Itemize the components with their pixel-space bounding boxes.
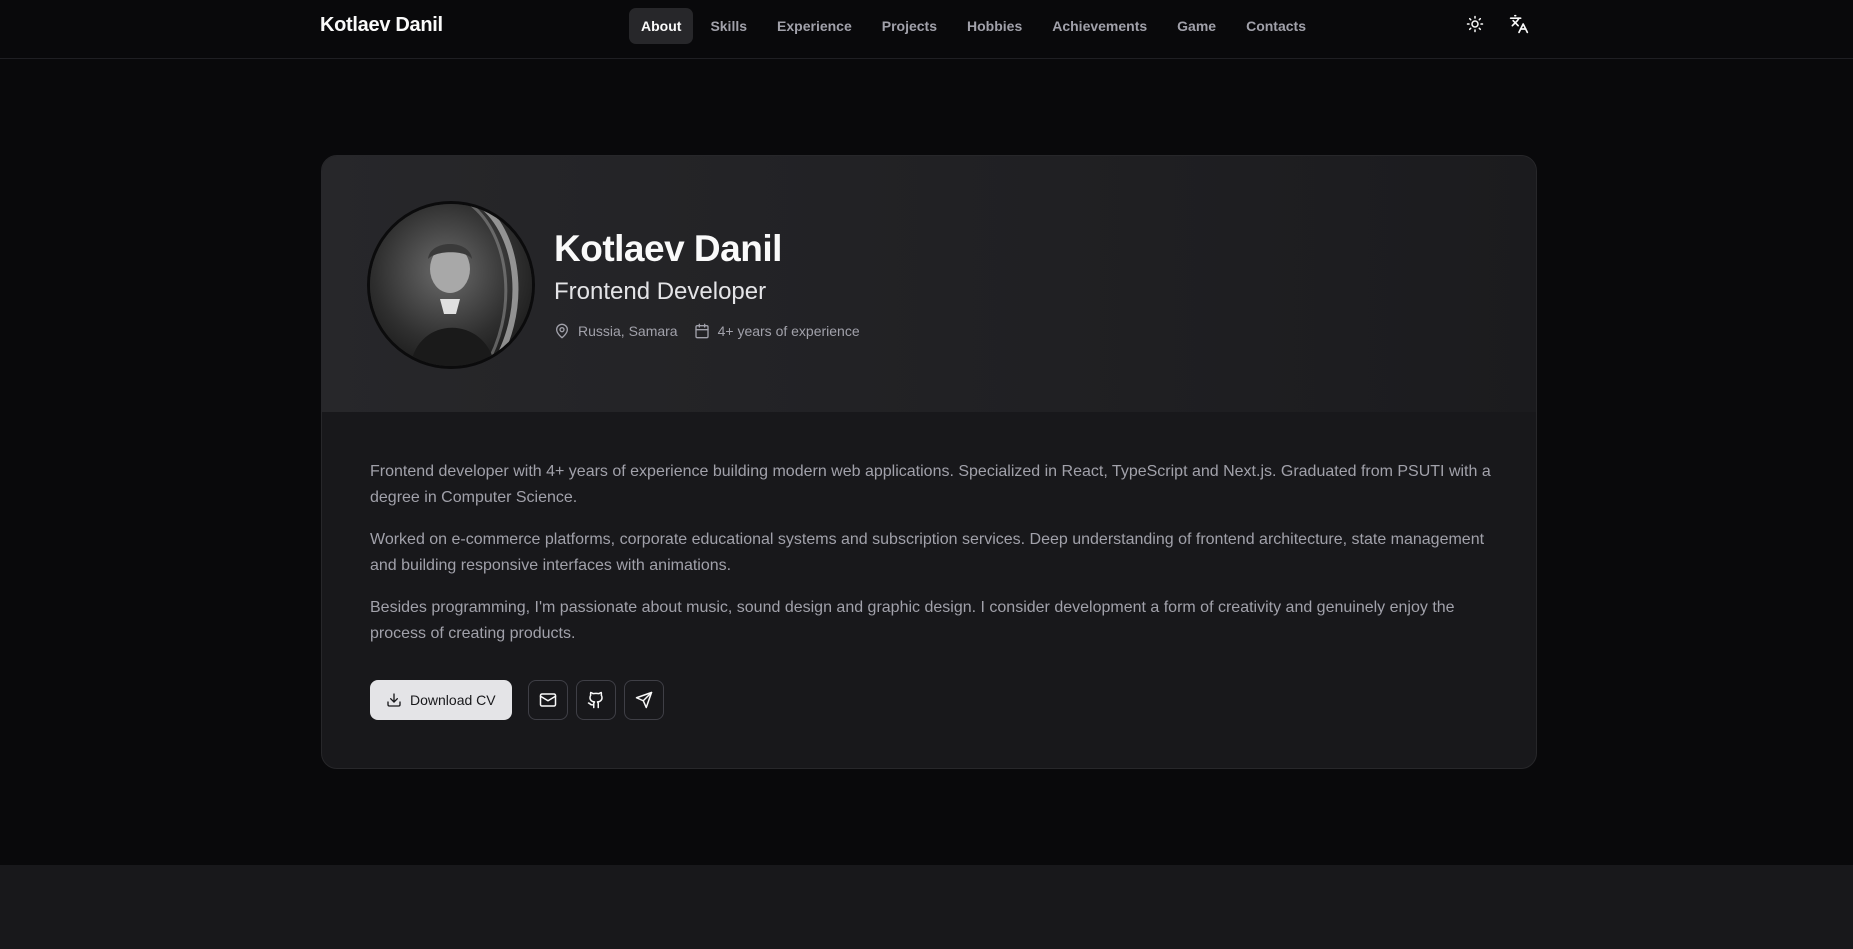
github-icon — [587, 691, 603, 709]
next-section — [0, 865, 1853, 949]
bio-paragraph: Frontend developer with 4+ years of expe… — [370, 463, 1491, 506]
theme-toggle-button[interactable] — [1463, 12, 1487, 36]
profile-name: Kotlaev Danil — [554, 228, 782, 269]
nav-hobbies[interactable]: Hobbies — [954, 8, 1035, 44]
telegram-icon — [635, 691, 652, 709]
location-text: Russia, Samara — [578, 323, 678, 339]
nav-projects[interactable]: Projects — [869, 8, 950, 44]
map-pin-icon — [556, 323, 568, 339]
download-icon — [387, 693, 401, 707]
download-cv-label: Download CV — [410, 692, 496, 708]
email-button[interactable] — [527, 680, 568, 720]
top-navbar: Kotlaev Danil About Skills Experience Pr… — [0, 0, 1853, 59]
main-nav: About Skills Experience Projects Hobbies… — [629, 8, 1319, 44]
download-cv-button[interactable]: Download CV — [370, 680, 512, 720]
github-button[interactable] — [575, 680, 616, 720]
language-toggle-button[interactable] — [1507, 12, 1531, 36]
bio-section: Frontend developer with 4+ years of expe… — [370, 459, 1500, 663]
nav-game[interactable]: Game — [1164, 8, 1229, 44]
mail-icon — [539, 693, 556, 707]
location: Russia, Samara — [554, 323, 678, 339]
telegram-button[interactable] — [623, 680, 664, 720]
avatar-photo — [370, 204, 532, 366]
brand-logo[interactable]: Kotlaev Danil — [320, 14, 443, 37]
sun-icon — [1466, 15, 1484, 33]
experience-text: 4+ years of experience — [717, 323, 860, 339]
translate-icon — [1509, 14, 1529, 34]
nav-about[interactable]: About — [629, 8, 694, 44]
avatar — [367, 201, 535, 369]
bio-paragraph: Besides programming, I'm passionate abou… — [370, 599, 1455, 642]
nav-contacts[interactable]: Contacts — [1233, 8, 1319, 44]
nav-achievements[interactable]: Achievements — [1039, 8, 1160, 44]
action-bar: Download CV — [370, 680, 672, 720]
bio-paragraph: Worked on e-commerce platforms, corporat… — [370, 531, 1485, 574]
nav-experience[interactable]: Experience — [764, 8, 865, 44]
nav-skills[interactable]: Skills — [697, 8, 760, 44]
experience: 4+ years of experience — [694, 323, 860, 339]
calendar-icon — [694, 323, 709, 339]
profile-role: Frontend Developer — [554, 278, 767, 305]
about-card: Kotlaev Danil Frontend Developer Russia,… — [321, 155, 1537, 769]
profile-meta: Russia, Samara 4+ years of experience — [554, 323, 876, 339]
